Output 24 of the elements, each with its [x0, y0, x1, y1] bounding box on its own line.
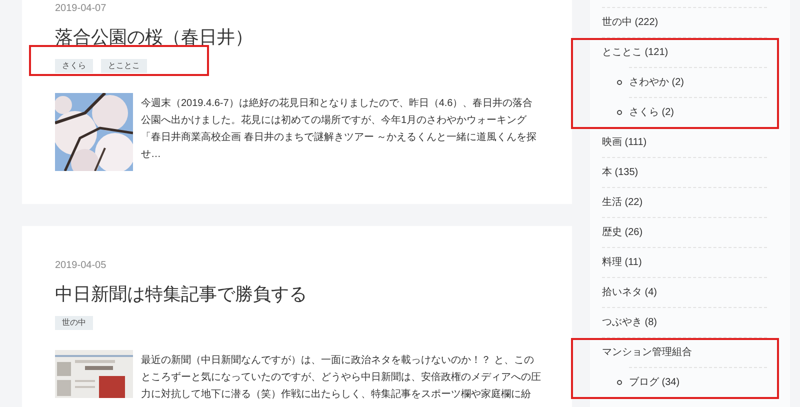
tag-link[interactable]: 世の中 — [55, 316, 93, 330]
subcategory-link[interactable]: さわやか (2) — [629, 68, 684, 97]
post-excerpt: 今週末（2019.4.6-7）は絶好の花見日和となりましたので、昨日（4.6）、春日井の落合公園へ出かけました。花見には初めての場所ですが、今年1月のさわやかウォーキング「春日井商業高校企画 春日井のまちで謎解きツアー ～かえるくんと一緒に道風くんを探せ… — [141, 96, 538, 162]
category-link[interactable]: マンション管理組合 — [602, 338, 692, 367]
category-link[interactable]: 生活 (22) — [602, 188, 643, 217]
category-link[interactable]: つぶやき (8) — [602, 308, 657, 337]
post-excerpt: 最近の新聞（中日新聞なんですが）は、一面に政治ネタを載っけないのか！？ と、このところずーと気になっていたのですが、どうやら中日新聞は、安倍政権のメディアへの圧力に対抗して地下に潜る（笑）作戦に出たらしく、特集記事をスポーツ欄や家庭欄に紛 — [141, 354, 542, 402]
category-link[interactable]: 映画 (111) — [602, 128, 647, 157]
tag-link[interactable]: さくら — [55, 59, 93, 73]
category-link[interactable]: とことこ (121) — [602, 38, 668, 67]
post-date: 2019-04-07 — [55, 2, 108, 16]
subcategory-link[interactable]: ブログ (34) — [629, 368, 680, 397]
circle-bullet-icon — [617, 110, 622, 115]
circle-bullet-icon — [617, 80, 622, 85]
category-link[interactable]: 本 (135) — [602, 158, 638, 187]
category-link[interactable]: 歴史 (26) — [602, 218, 643, 247]
category-link[interactable]: 拾いネタ (4) — [602, 278, 657, 307]
category-link[interactable]: 世の中 (222) — [602, 8, 658, 37]
post-title[interactable]: 中日新聞は特集記事で勝負する — [55, 283, 542, 307]
subcategory-link[interactable]: さくら (2) — [629, 98, 674, 127]
tag-link[interactable]: とことこ — [101, 59, 147, 73]
category-link[interactable]: 料理 (11) — [602, 248, 642, 277]
post-date: 2019-04-05 — [55, 259, 108, 273]
circle-bullet-icon — [617, 380, 622, 385]
